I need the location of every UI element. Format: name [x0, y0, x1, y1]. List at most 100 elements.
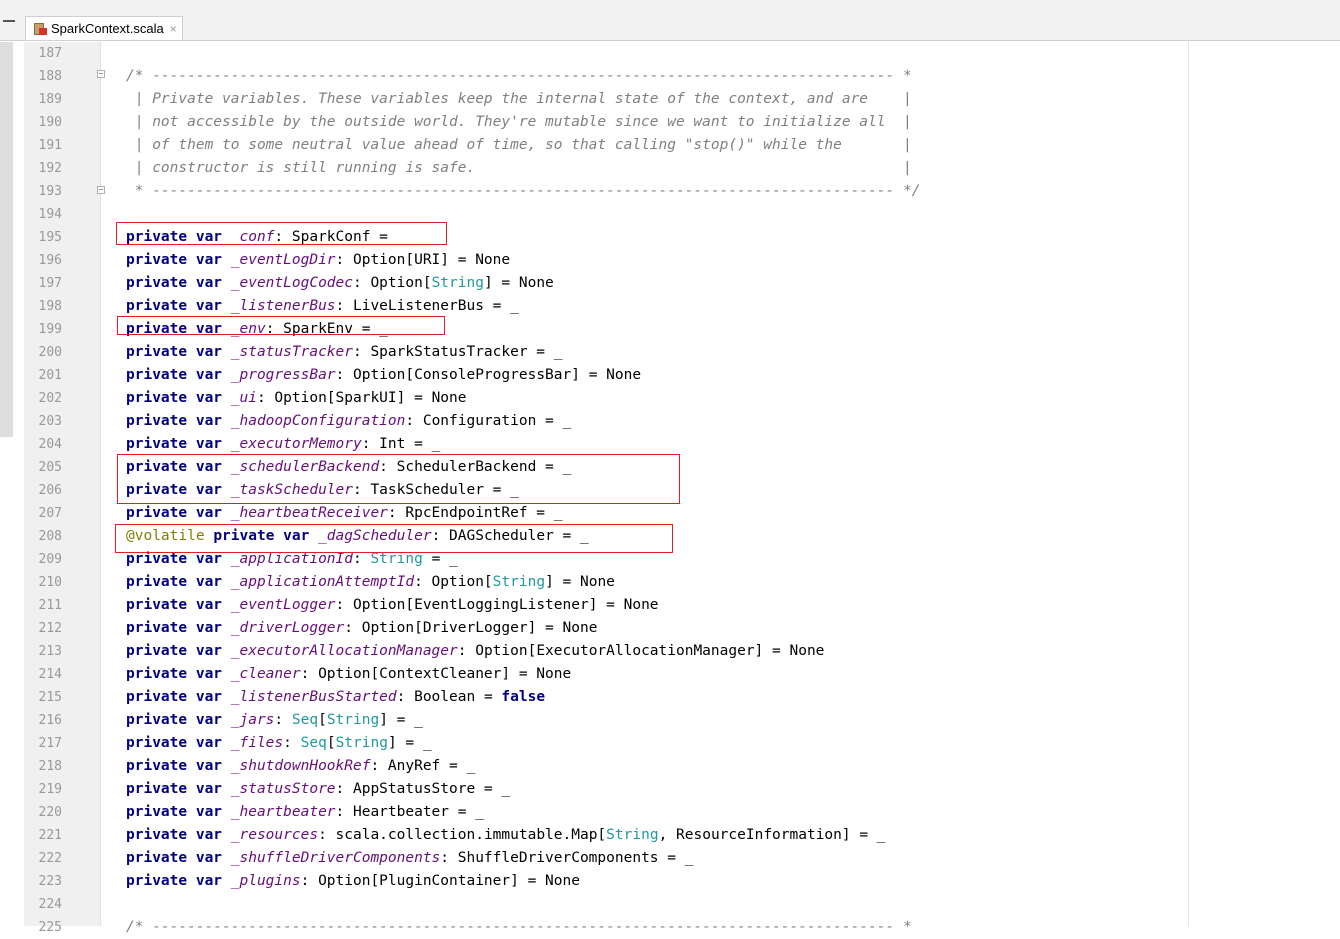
code-token: private var	[126, 758, 231, 774]
code-line[interactable]: | not accessible by the outside world. T…	[126, 111, 912, 134]
code-token: String	[431, 275, 484, 291]
code-line[interactable]: private var _heartbeatReceiver: RpcEndpo…	[126, 502, 563, 525]
code-token: private var	[126, 597, 231, 613]
line-number: 202	[38, 391, 62, 406]
code-token: ] = None	[483, 275, 554, 291]
code-line[interactable]: private var _statusStore: AppStatusStore…	[126, 778, 510, 801]
line-number: 210	[38, 575, 62, 590]
code-token: , ResourceInformation] = _	[658, 827, 886, 843]
code-token: private var	[126, 367, 231, 383]
line-number: 209	[38, 552, 62, 567]
code-token: | not accessible by the outside world. T…	[126, 114, 912, 130]
code-token: Seq	[291, 712, 319, 728]
code-line[interactable]: private var _cleaner: Option[ContextClea…	[126, 663, 571, 686]
code-line[interactable]: | Private variables. These variables kee…	[126, 88, 912, 111]
code-line[interactable]: * --------------------------------------…	[126, 180, 921, 203]
code-token: private var	[126, 413, 231, 429]
code-line[interactable]: | constructor is still running is safe. …	[126, 157, 912, 180]
code-line[interactable]: private var _hadoopConfiguration: Config…	[126, 410, 571, 433]
line-number: 191	[38, 138, 62, 153]
highlight-box-scheduler	[117, 454, 680, 504]
line-number: 213	[38, 644, 62, 659]
code-line[interactable]: private var _jars: Seq[String] = _	[126, 709, 423, 732]
code-line[interactable]: private var _progressBar: Option[Console…	[126, 364, 641, 387]
code-line[interactable]: private var _executorMemory: Int = _	[126, 433, 440, 456]
tab-sparkcontext-scala[interactable]: SparkContext.scala ×	[25, 16, 183, 40]
fold-expand-icon[interactable]	[97, 186, 105, 194]
code-token: [	[326, 735, 336, 751]
code-token: : Int = _	[361, 436, 441, 452]
code-line[interactable]: private var _eventLogDir: Option[URI] = …	[126, 249, 510, 272]
line-number: 199	[38, 322, 62, 337]
code-line[interactable]: private var _listenerBus: LiveListenerBu…	[126, 295, 519, 318]
code-token: private var	[126, 712, 231, 728]
line-number: 208	[38, 529, 62, 544]
code-token: :	[283, 735, 301, 751]
line-number: 206	[38, 483, 62, 498]
code-token: /* -------------------------------------…	[126, 68, 912, 84]
code-token: private var	[126, 666, 231, 682]
code-token: _eventLogDir	[230, 252, 336, 268]
code-token: _eventLogCodec	[230, 275, 353, 291]
line-number: 198	[38, 299, 62, 314]
code-line[interactable]: private var _eventLogger: Option[EventLo…	[126, 594, 659, 617]
fold-collapse-icon[interactable]	[97, 70, 105, 78]
right-margin-guide	[1188, 42, 1189, 926]
code-token: :	[274, 712, 292, 728]
code-line[interactable]: private var _driverLogger: Option[Driver…	[126, 617, 597, 640]
code-token: private var	[126, 850, 231, 866]
code-token: private var	[126, 804, 231, 820]
highlight-box-conf	[116, 222, 447, 245]
code-line[interactable]: private var _executorAllocationManager: …	[126, 640, 824, 663]
line-number: 222	[38, 851, 62, 866]
code-token: _listenerBusStarted	[230, 689, 397, 705]
code-line[interactable]: private var _statusTracker: SparkStatusT…	[126, 341, 563, 364]
code-token: _statusTracker	[230, 344, 353, 360]
line-number: 200	[38, 345, 62, 360]
code-token: _plugins	[230, 873, 301, 889]
collapse-icon[interactable]	[3, 20, 15, 22]
code-token: _shuffleDriverComponents	[230, 850, 441, 866]
code-token: private var	[126, 827, 231, 843]
tab-label: SparkContext.scala	[51, 21, 164, 36]
line-number: 215	[38, 690, 62, 705]
code-token: : RpcEndpointRef = _	[387, 505, 563, 521]
code-line[interactable]: private var _files: Seq[String] = _	[126, 732, 432, 755]
code-line[interactable]: private var _heartbeater: Heartbeater = …	[126, 801, 484, 824]
code-line[interactable]: /* -------------------------------------…	[126, 65, 912, 88]
line-number: 196	[38, 253, 62, 268]
code-line[interactable]: /* -------------------------------------…	[126, 916, 912, 939]
code-token: private var	[126, 781, 231, 797]
code-line[interactable]: private var _shuffleDriverComponents: Sh…	[126, 847, 693, 870]
code-token: ] = None	[545, 574, 615, 590]
code-line[interactable]: private var _plugins: Option[PluginConta…	[126, 870, 580, 893]
code-token: String	[370, 551, 423, 567]
highlight-box-env	[117, 316, 445, 335]
code-token: _resources	[230, 827, 319, 843]
code-line[interactable]: | of them to some neutral value ahead of…	[126, 134, 912, 157]
code-token: private var	[126, 252, 231, 268]
code-line[interactable]: private var _eventLogCodec: Option[Strin…	[126, 272, 554, 295]
line-number: 211	[38, 598, 62, 613]
code-line[interactable]: private var _shutdownHookRef: AnyRef = _	[126, 755, 475, 778]
code-token: _applicationId	[230, 551, 353, 567]
code-token: _progressBar	[230, 367, 336, 383]
scala-file-icon	[34, 22, 47, 35]
code-token: : AnyRef = _	[370, 758, 476, 774]
code-line[interactable]: private var _listenerBusStarted: Boolean…	[126, 686, 545, 709]
code-line[interactable]: private var _applicationAttemptId: Optio…	[126, 571, 615, 594]
code-line[interactable]: private var _resources: scala.collection…	[126, 824, 886, 847]
close-icon[interactable]: ×	[170, 23, 177, 35]
code-token: private var	[126, 390, 231, 406]
line-number: 207	[38, 506, 62, 521]
code-token: _cleaner	[230, 666, 301, 682]
code-line[interactable]: private var _ui: Option[SparkUI] = None	[126, 387, 466, 410]
code-token: ] = _	[387, 735, 432, 751]
code-token: private var	[126, 689, 231, 705]
code-token: private var	[126, 275, 231, 291]
code-token: String	[606, 827, 659, 843]
code-token: private var	[126, 344, 231, 360]
code-token: [	[318, 712, 327, 728]
code-token: : Option[	[414, 574, 493, 590]
code-token: | constructor is still running is safe. …	[126, 160, 912, 176]
